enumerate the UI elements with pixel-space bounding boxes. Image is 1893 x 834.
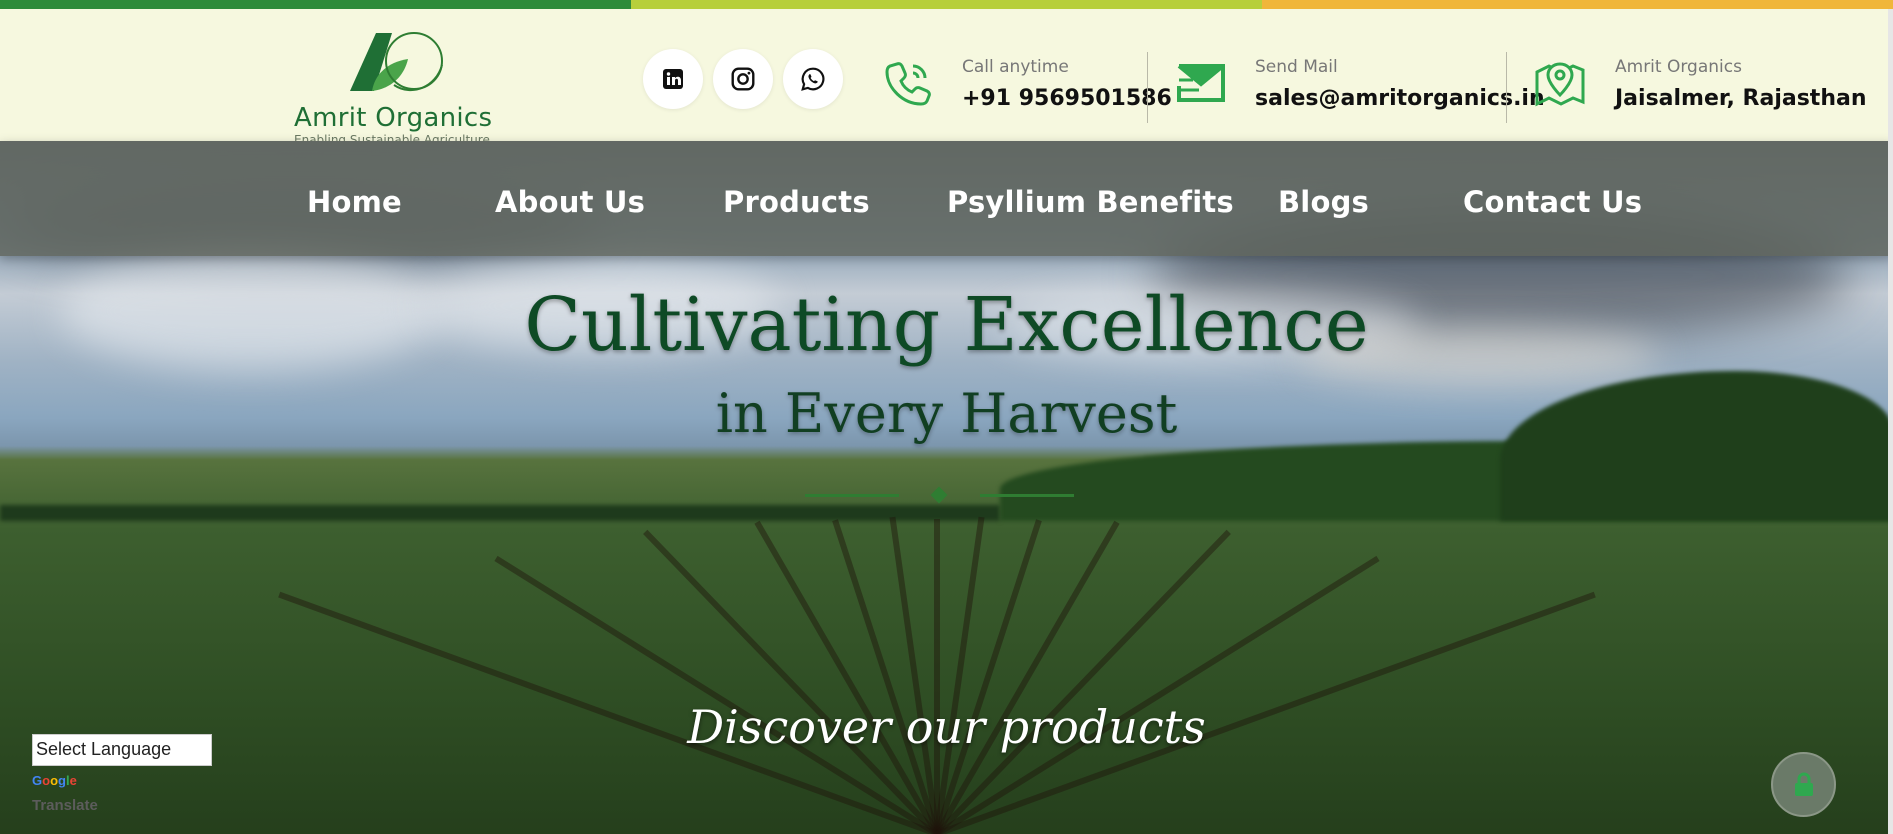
instagram-button[interactable] — [713, 49, 773, 109]
nav-blogs[interactable]: Blogs — [1278, 185, 1369, 219]
divider — [1147, 52, 1148, 123]
site-header: Amrit Organics Enabling Sustainable Agri… — [0, 9, 1893, 147]
map-pin-icon — [1532, 55, 1588, 111]
phone-label: Call anytime — [962, 57, 1069, 77]
discover-products-link[interactable]: Discover our products — [0, 700, 1893, 754]
page-scrollbar[interactable] — [1888, 9, 1893, 834]
nav-about-us[interactable]: About Us — [495, 185, 645, 219]
linkedin-button[interactable] — [643, 49, 703, 109]
lock-icon — [1794, 772, 1813, 796]
contact-location[interactable]: Amrit Organics Jaisalmer, Rajasthan — [1532, 49, 1867, 113]
nav-contact-us[interactable]: Contact Us — [1463, 185, 1642, 219]
mail-value[interactable]: sales@amritorganics.in — [1255, 86, 1545, 111]
mail-label: Send Mail — [1255, 57, 1338, 77]
whatsapp-icon — [801, 67, 825, 91]
main-nav: Home About Us Products Psyllium Benefits… — [0, 141, 1893, 256]
hero-divider-right — [980, 494, 1074, 497]
divider — [1506, 52, 1507, 123]
nav-psyllium-benefits[interactable]: Psyllium Benefits — [947, 185, 1234, 219]
nav-products[interactable]: Products — [723, 185, 870, 219]
language-select[interactable]: Select Language — [32, 734, 212, 766]
instagram-icon — [731, 67, 755, 91]
google-logo: Google — [32, 773, 77, 788]
ao-leaf-logo-icon — [350, 32, 443, 92]
nav-home[interactable]: Home — [307, 185, 402, 219]
mail-icon — [1173, 55, 1229, 111]
contact-mail[interactable]: Send Mail sales@amritorganics.in — [1173, 49, 1545, 113]
phone-icon — [880, 55, 936, 111]
lock-widget-button[interactable] — [1771, 752, 1836, 817]
whatsapp-button[interactable] — [783, 49, 843, 109]
location-value: Jaisalmer, Rajasthan — [1615, 86, 1867, 111]
top-color-stripe — [0, 0, 1893, 9]
hero-subtitle: in Every Harvest — [715, 382, 1178, 445]
translate-link[interactable]: Translate — [32, 797, 98, 814]
brand-logo[interactable]: Amrit Organics Enabling Sustainable Agri… — [292, 21, 493, 147]
location-label: Amrit Organics — [1615, 57, 1742, 77]
hero-title: Cultivating Excellence — [524, 282, 1369, 368]
linkedin-icon — [663, 69, 683, 89]
brand-name: Amrit Organics — [294, 103, 493, 133]
hero-divider-left — [805, 494, 899, 497]
phone-value[interactable]: +91 9569501586 — [962, 86, 1172, 111]
contact-phone[interactable]: Call anytime +91 9569501586 — [880, 49, 1172, 113]
